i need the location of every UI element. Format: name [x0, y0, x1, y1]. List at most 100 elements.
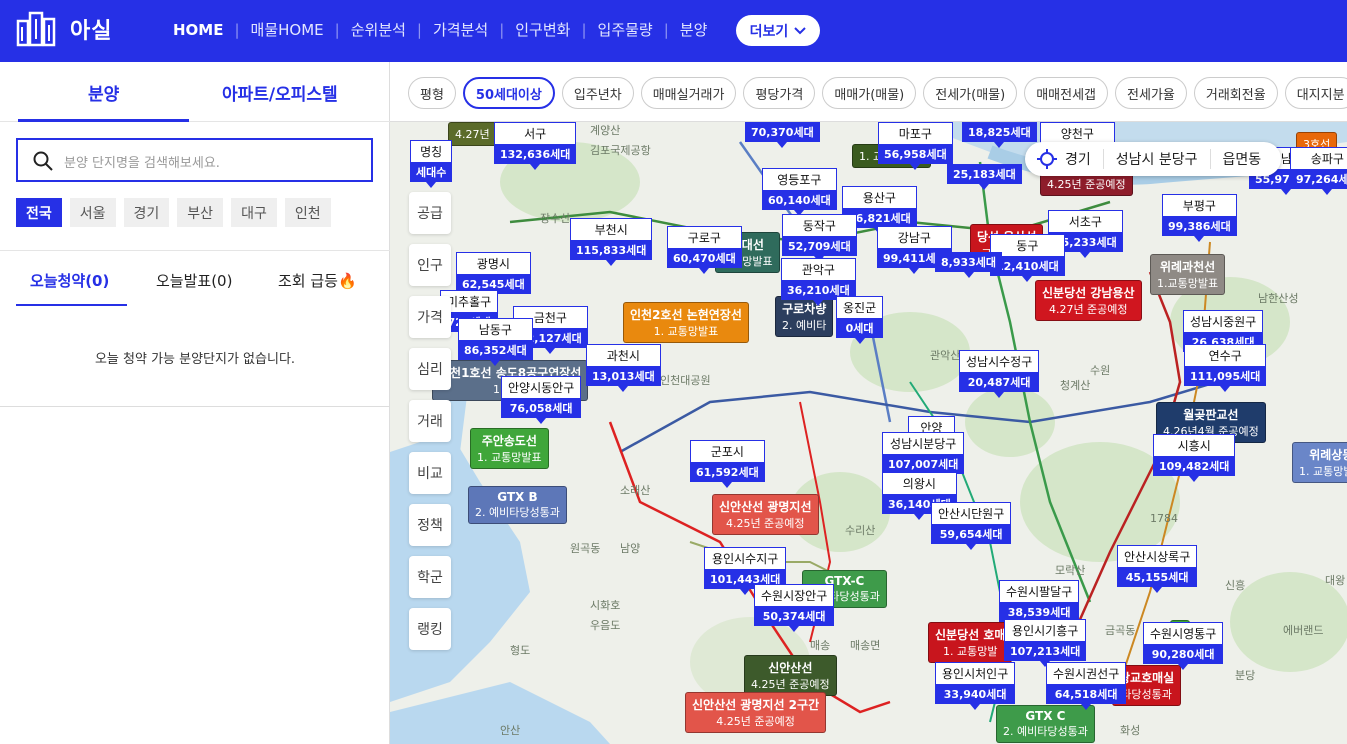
filter-chip[interactable]: 평당가격	[743, 77, 816, 109]
nav-price[interactable]: 가격분석	[433, 19, 488, 40]
district-marker[interactable]: 25,183세대	[947, 164, 1022, 190]
filter-chip[interactable]: 50세대이상	[462, 77, 555, 109]
subtab-today-subscription[interactable]: 오늘청약(0)	[30, 270, 109, 291]
household-count: 59,654세대	[931, 524, 1012, 544]
side-menu-item[interactable]: 심리	[409, 348, 451, 390]
map-place-label: 청계산	[1060, 379, 1091, 392]
more-button[interactable]: 더보기	[736, 15, 820, 46]
transit-line-label[interactable]: 위례상동 1. 교통망발표	[1292, 442, 1347, 483]
district-marker[interactable]: 8,933세대	[935, 252, 1003, 278]
district-marker[interactable]: 안양시동안구 76,058세대	[501, 376, 582, 424]
district-marker[interactable]: 수원시장안구 50,374세대	[754, 584, 835, 632]
household-count: 60,140세대	[762, 190, 837, 210]
filter-chip[interactable]: 입주년차	[561, 77, 634, 109]
district-marker[interactable]: 시흥시 109,482세대	[1153, 434, 1236, 482]
filter-chip[interactable]: 평형	[408, 77, 456, 109]
region-gyeonggi[interactable]: 경기	[123, 198, 170, 227]
region-seoul[interactable]: 서울	[69, 198, 116, 227]
search-input[interactable]: 분양 단지명을 검색해보세요.	[64, 152, 220, 171]
region-all[interactable]: 전국	[16, 198, 62, 227]
district-name: 군포시	[690, 440, 765, 462]
district-marker[interactable]: 수원시권선구 64,518세대	[1046, 662, 1127, 710]
side-menu-item[interactable]: 인구	[409, 244, 451, 286]
side-menu-item[interactable]: 비교	[409, 452, 451, 494]
marker-pointer	[789, 626, 800, 632]
region-incheon[interactable]: 인천	[284, 198, 331, 227]
location-city[interactable]: 성남시 분당구	[1104, 149, 1211, 169]
filter-chip[interactable]: 대지지분	[1284, 77, 1347, 109]
location-dong[interactable]: 읍면동	[1211, 149, 1274, 169]
transit-line-label[interactable]: 위례과천선 1.교통망발표	[1150, 254, 1226, 295]
transit-line-label[interactable]: GTX C 2. 예비타당성통과	[996, 705, 1095, 743]
filter-chip[interactable]: 매매실거래가	[640, 77, 737, 109]
location-bar[interactable]: 경기 성남시 분당구 읍면동	[1025, 142, 1281, 176]
district-marker[interactable]: 수원시영통구 90,280세대	[1143, 622, 1224, 670]
district-name: 성남시수정구	[959, 350, 1040, 372]
district-marker[interactable]: 옹진군 0세대	[836, 296, 884, 344]
district-marker[interactable]: 용인시처인구 33,940세대	[935, 662, 1016, 710]
district-marker[interactable]: 구로구 60,470세대	[667, 226, 742, 274]
nav-presale[interactable]: 분양	[680, 19, 708, 40]
household-count: 60,470세대	[667, 248, 742, 268]
district-marker[interactable]: 군포시 61,592세대	[690, 440, 765, 488]
divider	[0, 250, 390, 251]
logo[interactable]: 아실	[16, 11, 112, 47]
district-marker[interactable]: 70,370세대	[745, 122, 820, 148]
filter-chip[interactable]: 매매전세갭	[1024, 77, 1109, 109]
district-marker[interactable]: 송파구97,264세대	[1290, 147, 1347, 195]
transit-line-label[interactable]: 신안산선 4.25년 준공예정	[744, 655, 837, 696]
transit-line-label[interactable]: 4.27년	[448, 122, 497, 146]
nav-home[interactable]: HOME	[173, 21, 223, 39]
nav-supply[interactable]: 입주물량	[598, 19, 653, 40]
transit-line-label[interactable]: 인천2호선 논현연장선 1. 교통망발표	[623, 302, 749, 343]
tab-apartment[interactable]: 아파트/오피스텔	[222, 80, 338, 105]
search-box[interactable]: 분양 단지명을 검색해보세요.	[16, 138, 373, 182]
filter-chip[interactable]: 거래회전율	[1193, 77, 1278, 109]
subtab-trending[interactable]: 조회 급등🔥	[278, 270, 357, 291]
nav-listing-home[interactable]: 매물HOME	[251, 19, 324, 40]
district-marker[interactable]: 부평구 99,386세대	[1162, 194, 1237, 242]
district-marker[interactable]: 과천시 13,013세대	[586, 344, 661, 392]
district-marker[interactable]: 서구 132,636세대	[494, 122, 577, 170]
filter-chip[interactable]: 매매가(매물)	[822, 77, 917, 109]
transit-line-label[interactable]: 신분당선 강남용산 4.27년 준공예정	[1035, 280, 1142, 321]
building-logo-icon	[16, 11, 56, 47]
district-marker[interactable]: 동작구 52,709세대	[782, 214, 857, 262]
district-marker[interactable]: 연수구 111,095세대	[1184, 344, 1267, 392]
nav-population[interactable]: 인구변화	[515, 19, 570, 40]
district-marker[interactable]: 안산시단원구 59,654세대	[931, 502, 1012, 550]
household-count: 97,264세대	[1290, 169, 1347, 189]
side-menu-item[interactable]: 거래	[409, 400, 451, 442]
side-menu-item[interactable]: 랭킹	[409, 608, 451, 650]
district-marker[interactable]: 영등포구 60,140세대	[762, 168, 837, 216]
subtab-today-announcement[interactable]: 오늘발표(0)	[156, 270, 232, 291]
district-marker[interactable]: 부천시 115,833세대	[570, 218, 653, 266]
district-marker[interactable]: 안산시상록구 45,155세대	[1117, 545, 1198, 593]
side-menu-item[interactable]: 정책	[409, 504, 451, 546]
transit-line-label[interactable]: 신안산선 광명지선 4.25년 준공예정	[712, 494, 819, 535]
nav-ranking[interactable]: 순위분석	[351, 19, 406, 40]
transit-line-label[interactable]: 신안산선 광명지선 2구간 4.25년 준공예정	[685, 692, 827, 733]
side-menu-item[interactable]: 학군	[409, 556, 451, 598]
transit-line-title: 신분당선 호매	[935, 628, 1006, 642]
side-menu-item[interactable]: 공급	[409, 192, 451, 234]
tab-presale[interactable]: 분양	[88, 80, 119, 105]
district-marker[interactable]: 18,825세대	[962, 122, 1037, 148]
location-region[interactable]: 경기	[1025, 149, 1104, 169]
region-daegu[interactable]: 대구	[231, 198, 277, 227]
district-marker[interactable]: 성남시수정구 20,487세대	[959, 350, 1040, 398]
map-canvas[interactable]: 계양산김포국제공항장수산인천대공원소래산수리산모락산관악산청계산남한산성광교산시…	[390, 122, 1347, 744]
filter-chip[interactable]: 전세가율	[1115, 77, 1187, 109]
district-marker[interactable]: 용인시기흥구 107,213세대	[1004, 619, 1087, 667]
transit-line-label[interactable]: GTX B 2. 예비타당성통과	[468, 486, 567, 524]
district-marker[interactable]: 명칭 세대수	[410, 140, 453, 188]
transit-line-label[interactable]: 신분당선 호매 1. 교통망발	[928, 622, 1013, 663]
map-place-label: 장수산	[540, 212, 571, 225]
sidebar: 분양 아파트/오피스텔 분양 단지명을 검색해보세요. 전국 서울 경기 부산 …	[0, 62, 390, 744]
side-menu-item[interactable]: 가격	[409, 296, 451, 338]
region-busan[interactable]: 부산	[177, 198, 224, 227]
transit-line-label[interactable]: 주안송도선 1. 교통망발표	[470, 428, 549, 469]
district-marker[interactable]: 남동구 86,352세대	[458, 318, 533, 366]
filter-chip[interactable]: 전세가(매물)	[923, 77, 1018, 109]
district-marker[interactable]: 마포구 56,958세대	[878, 122, 953, 170]
